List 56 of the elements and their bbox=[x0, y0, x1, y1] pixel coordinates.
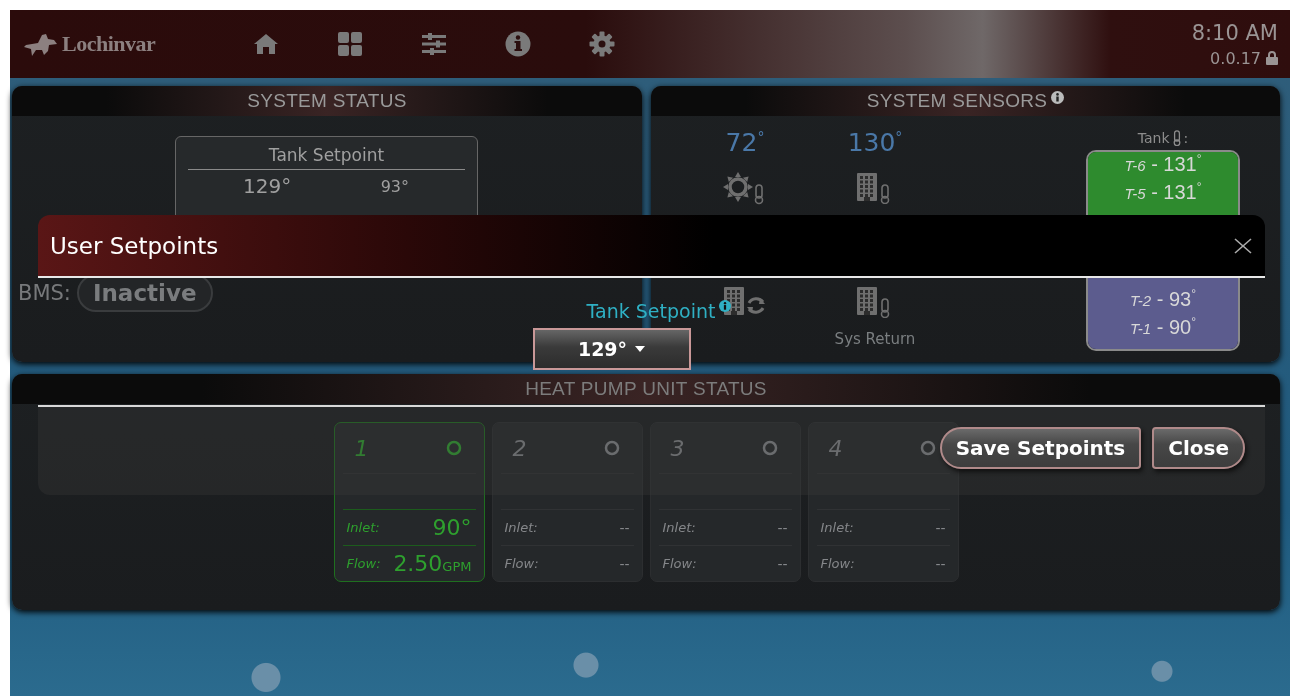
sensor-temperature: 130$^{°}$ bbox=[847, 128, 903, 159]
inlet-label: Inlet: bbox=[504, 520, 538, 535]
setpoint-dropdown[interactable]: 129° bbox=[532, 328, 691, 370]
sensor-temperature: 72$^{°}$ bbox=[725, 128, 765, 159]
tank-label-colon: : bbox=[1183, 130, 1189, 146]
flow-value: -- bbox=[777, 555, 788, 572]
info-icon bbox=[505, 31, 531, 57]
tank-sensor-reading: T-1 - 90$^{°}$ bbox=[1129, 315, 1197, 340]
panel-title: HEAT PUMP UNIT STATUS bbox=[525, 378, 767, 400]
panel-title: SYSTEM SENSORS bbox=[866, 90, 1048, 112]
card-title: Tank Setpoint bbox=[188, 145, 465, 170]
dialog-title: User Setpoints bbox=[50, 232, 219, 259]
panel-title: SYSTEM STATUS bbox=[247, 90, 407, 112]
building-recirculation-icon bbox=[724, 286, 766, 318]
close-button[interactable]: Close bbox=[1152, 427, 1245, 469]
home-icon bbox=[253, 33, 279, 55]
sensor-label: Sys Return bbox=[834, 330, 916, 348]
tank-temperature: 93° bbox=[380, 176, 409, 198]
close-icon bbox=[1233, 235, 1253, 256]
inlet-label: Inlet: bbox=[662, 520, 696, 535]
unit-number: 1 bbox=[354, 435, 369, 461]
flow-label: Flow: bbox=[662, 556, 697, 571]
brand-logo: Lochinvar bbox=[62, 31, 156, 57]
flow-label: Flow: bbox=[504, 556, 539, 571]
inlet-value: -- bbox=[935, 519, 946, 536]
tank-sensor-reading: T-2 - 93$^{°}$ bbox=[1129, 287, 1197, 312]
unit-number: 4 bbox=[828, 435, 843, 461]
info-icon[interactable] bbox=[719, 300, 732, 312]
save-button[interactable]: Save Setpoints bbox=[939, 427, 1142, 469]
flow-value: -- bbox=[935, 555, 946, 572]
flow-value: -- bbox=[619, 555, 630, 572]
clock-time: 8:10 AM bbox=[1191, 20, 1278, 45]
caret-icon bbox=[635, 346, 646, 352]
settings-icon bbox=[589, 31, 615, 57]
inlet-label: Inlet: bbox=[346, 520, 380, 535]
grid-icon bbox=[338, 32, 362, 56]
version-number: 0.0.17 bbox=[1210, 48, 1261, 68]
inlet-value: 90° bbox=[432, 515, 472, 540]
unit-number: 2 bbox=[512, 435, 527, 461]
inlet-value: -- bbox=[777, 519, 788, 536]
dialog-close-button[interactable] bbox=[1233, 235, 1253, 256]
field-label: Tank Setpoint bbox=[586, 300, 716, 322]
sliders-icon bbox=[422, 33, 446, 55]
tank-sensor-reading: T-6 - 131$^{°}$ bbox=[1123, 152, 1203, 177]
inlet-value: -- bbox=[619, 519, 630, 536]
unit-number: 3 bbox=[670, 435, 685, 461]
thermometer-icon bbox=[1172, 130, 1181, 146]
flow-value: 2.50GPM bbox=[393, 551, 472, 576]
tank-label: Tank bbox=[1137, 130, 1170, 146]
bms-label: BMS: bbox=[18, 281, 71, 305]
flow-label: Flow: bbox=[346, 556, 381, 571]
flow-label: Flow: bbox=[820, 556, 855, 571]
info-icon[interactable] bbox=[1051, 90, 1065, 104]
inlet-label: Inlet: bbox=[820, 520, 854, 535]
setpoint-value: 129° bbox=[243, 174, 292, 198]
tank-sensor-reading: T-5 - 131$^{°}$ bbox=[1123, 180, 1203, 205]
